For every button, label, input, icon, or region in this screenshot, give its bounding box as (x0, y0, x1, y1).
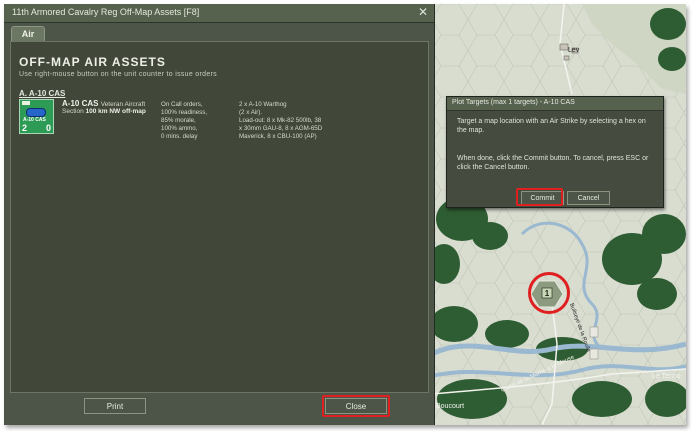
place-label-boucourt: Boucourt (436, 403, 464, 410)
air-assets-panel: OFF-MAP AIR ASSETS Use right-mouse butto… (10, 41, 429, 393)
close-icon[interactable]: ✕ (418, 5, 428, 19)
loadout-line: Maverick, 8 x CBU-100 (AP) (239, 133, 317, 141)
plot-targets-title-bar[interactable]: Plot Targets (max 1 targets) - A-10 CAS (447, 97, 663, 111)
unit-name-text: A-10 CAS (62, 99, 99, 108)
counter-strength-right: 0 (45, 123, 51, 133)
status-line: 0 mins. delay (161, 133, 198, 141)
dialog-title-bar[interactable]: 11th Armored Cavalry Reg Off-Map Assets … (4, 4, 434, 23)
unit-counter[interactable]: A-10 CAS 2 0 (19, 99, 54, 134)
app-frame: Lev Boucourt Le Tenno Bullseye de la Rou… (4, 4, 686, 425)
panel-subheading: Use right-mouse button on the unit count… (19, 71, 217, 78)
dialog-title: 11th Armored Cavalry Reg Off-Map Assets … (12, 7, 200, 17)
plot-targets-commit-hint: When done, click the Commit button. To c… (457, 155, 649, 171)
map-canvas[interactable]: Lev Boucourt Le Tenno Bullseye de la Rou… (432, 4, 686, 425)
loadout-line: Load-out: 8 x Mk-82 500lb, 38 (239, 117, 322, 125)
place-label-le-tenno: Le Tenno (652, 373, 681, 380)
unit-name: A-10 CAS Veteran Aircraft (62, 99, 145, 108)
target-hex-highlight (528, 272, 570, 314)
tactical-map[interactable]: Lev Boucourt Le Tenno Bullseye de la Rou… (432, 4, 686, 425)
place-label-lev: Lev (568, 47, 580, 54)
print-button[interactable]: Print (84, 398, 146, 414)
aircraft-icon (26, 108, 46, 117)
plot-targets-instructions: Target a map location with an Air Strike… (457, 118, 646, 134)
loadout-line: 2 x A-10 Warthog (239, 101, 287, 108)
panel-heading: OFF-MAP AIR ASSETS (19, 55, 166, 69)
unit-section-detail: 100 km NW off-map (85, 108, 146, 115)
status-line: 85% morale, (161, 117, 196, 125)
status-line: On Call orders, (161, 101, 203, 108)
tab-air[interactable]: Air (11, 26, 45, 42)
unit-status: On Call orders, 100% readiness, 85% mora… (161, 101, 231, 141)
section-title: A. A-10 CAS (19, 89, 66, 98)
unit-loadout: 2 x A-10 Warthog (2 x Air). Load-out: 8 … (239, 101, 349, 141)
status-line: 100% ammo, (161, 125, 198, 133)
commit-button-highlight (516, 188, 563, 206)
unit-section-prefix: Section (62, 108, 84, 115)
close-button-highlight (322, 395, 390, 417)
off-map-assets-dialog: 11th Armored Cavalry Reg Off-Map Assets … (4, 4, 435, 425)
unit-quality: Veteran Aircraft (100, 101, 146, 108)
unit-section: Section 100 km NW off-map (62, 108, 146, 115)
counter-strength-left: 2 (22, 123, 28, 133)
status-line: 100% readiness, (161, 109, 208, 117)
counter-flag (22, 101, 30, 105)
loadout-line: x 30mm GAU-8, 8 x AGM-65D (239, 125, 323, 133)
cancel-button[interactable]: Cancel (567, 191, 610, 205)
plot-targets-title: Plot Targets (max 1 targets) - A-10 CAS (452, 99, 575, 106)
loadout-line: (2 x Air). (239, 109, 263, 117)
